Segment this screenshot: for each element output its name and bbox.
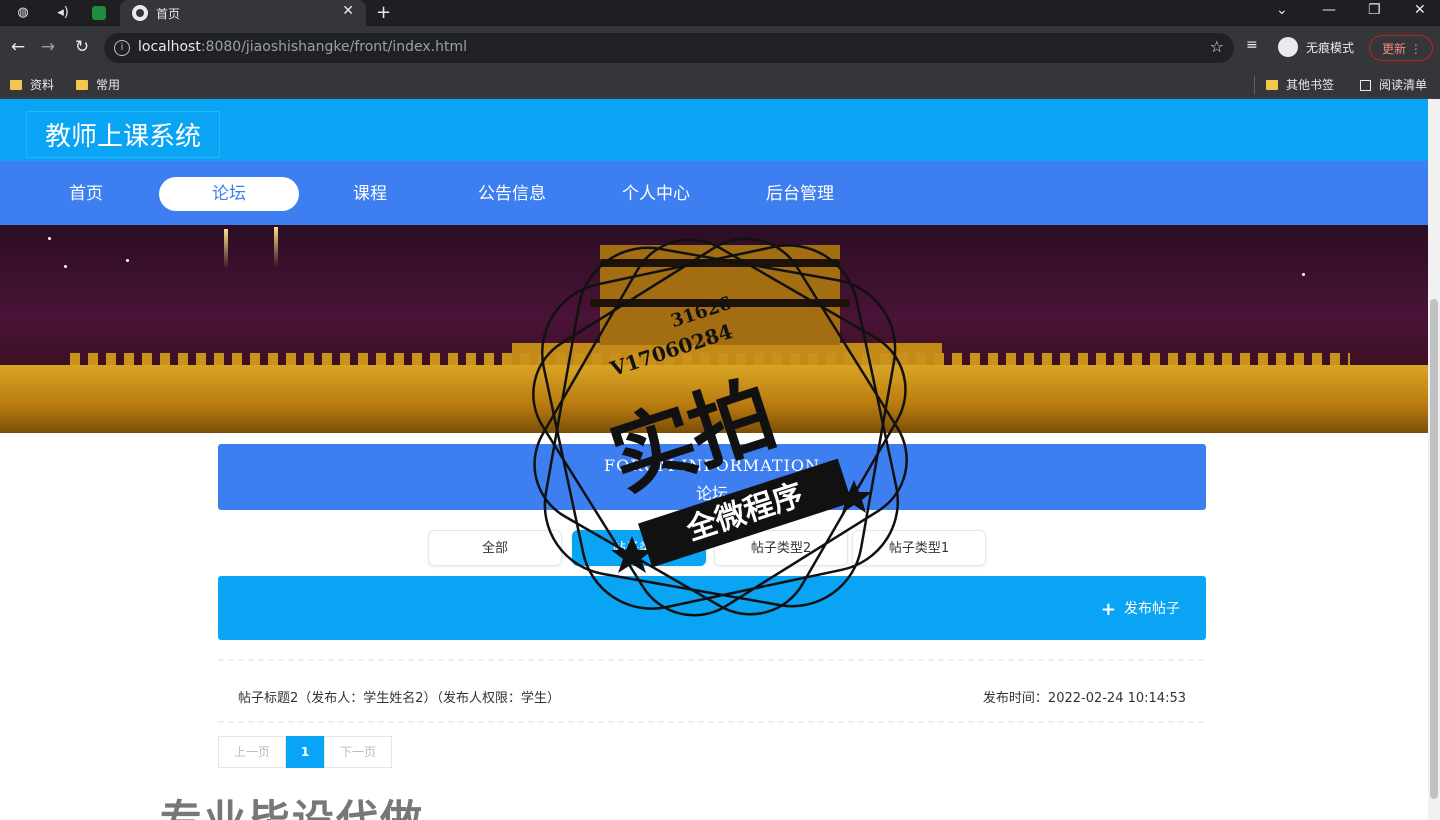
browser-tab-bar: ◍ ◂) 首页 ✕ + ⌄ — ❐ ✕	[0, 0, 1440, 26]
nav-item-admin[interactable]: 后台管理	[750, 177, 850, 211]
tab-close-icon[interactable]: ✕	[342, 3, 354, 19]
bookmark-folder[interactable]: 常用	[76, 76, 120, 93]
plus-icon: +	[1100, 599, 1116, 620]
type-tab-type2[interactable]: 帖子类型2	[714, 530, 848, 566]
restore-icon[interactable]: ❐	[1368, 2, 1381, 18]
type-tab-type[interactable]: 帖子类型	[572, 530, 706, 566]
nav-item-home[interactable]: 首页	[46, 177, 126, 211]
current-page[interactable]: 1	[286, 736, 324, 768]
nav-item-course[interactable]: 课程	[330, 177, 410, 211]
forum-heading-en: FORUM INFORMATION	[604, 456, 820, 475]
browser-toolbar: ← → ↻ i localhost:8080/jiaoshishangke/fr…	[0, 26, 1440, 70]
back-icon[interactable]: ←	[8, 37, 28, 57]
nav-item-notice[interactable]: 公告信息	[462, 177, 562, 211]
incognito-label[interactable]: 无痕模式	[1306, 39, 1354, 56]
site-title: 教师上课系统	[26, 111, 221, 158]
page-scrollbar[interactable]	[1428, 99, 1440, 820]
bookmark-star-icon[interactable]: ☆	[1210, 37, 1224, 56]
nav-item-forum[interactable]: 论坛	[159, 177, 299, 211]
reading-list-icon	[1360, 80, 1371, 91]
post-title[interactable]: 帖子标题2（发布人：学生姓名2）（发布人权限：学生）	[238, 687, 560, 706]
bookmark-separator	[1254, 76, 1255, 94]
active-tab[interactable]: 首页 ✕	[120, 0, 366, 26]
tower-roof	[600, 259, 840, 267]
forum-heading: FORUM INFORMATION 论坛	[218, 444, 1206, 510]
tower-roof	[590, 299, 850, 307]
address-bar[interactable]: i localhost:8080/jiaoshishangke/front/in…	[104, 33, 1234, 63]
star-dot	[126, 259, 129, 262]
nav-item-profile[interactable]: 个人中心	[606, 177, 706, 211]
forward-icon[interactable]: →	[38, 37, 58, 57]
update-button[interactable]: 更新 ⋮	[1369, 35, 1433, 61]
window-close-icon[interactable]: ✕	[1414, 2, 1426, 18]
banner-image	[0, 225, 1428, 433]
incognito-icon[interactable]	[1278, 37, 1298, 57]
globe-icon[interactable]: ◍	[14, 4, 32, 22]
sheets-icon[interactable]	[92, 6, 106, 20]
post-toolbar: + 发布帖子	[218, 576, 1206, 640]
firework	[224, 229, 228, 269]
star-dot	[48, 237, 51, 240]
city-wall	[0, 365, 1428, 433]
publish-post-button[interactable]: + 发布帖子	[1101, 598, 1180, 620]
next-page-button[interactable]: 下一页	[324, 736, 392, 768]
star-dot	[1302, 273, 1305, 276]
divider	[218, 721, 1206, 723]
folder-icon	[76, 80, 88, 90]
tab-title: 首页	[156, 7, 181, 21]
tab-favicon-icon	[132, 5, 148, 21]
audio-icon[interactable]: ◂)	[54, 4, 72, 22]
prev-page-button[interactable]: 上一页	[218, 736, 286, 768]
bookmarks-bar: 资料 常用 其他书签 阅读清单	[0, 70, 1440, 99]
reading-list[interactable]: 阅读清单	[1360, 76, 1427, 93]
folder-icon	[10, 80, 22, 90]
site-header: 教师上课系统	[0, 99, 1428, 161]
scrollbar-thumb[interactable]	[1430, 299, 1438, 799]
post-row[interactable]: 帖子标题2（发布人：学生姓名2）（发布人权限：学生） 发布时间：2022-02-…	[218, 677, 1206, 713]
bookmark-folder[interactable]: 资料	[10, 76, 54, 93]
post-time: 发布时间：2022-02-24 10:14:53	[982, 691, 1186, 706]
main-nav: 首页 论坛 课程 公告信息 个人中心 后台管理	[0, 161, 1428, 225]
watermark-bottom-text: 专业毕设代做	[160, 787, 424, 820]
media-control-icon[interactable]: ≡	[1246, 37, 1258, 53]
forum-heading-cn: 论坛	[695, 484, 728, 503]
star-dot	[64, 265, 67, 268]
divider	[218, 659, 1206, 661]
url-text: localhost:8080/jiaoshishangke/front/inde…	[138, 39, 467, 55]
folder-icon	[1266, 80, 1278, 90]
reload-icon[interactable]: ↻	[72, 37, 92, 57]
page-content: 教师上课系统 首页 论坛 课程 公告信息 个人中心 后台管理 FORUM INF…	[0, 99, 1428, 820]
tab-search-icon[interactable]: ⌄	[1276, 2, 1288, 18]
new-tab-icon[interactable]: +	[376, 2, 391, 23]
minimize-icon[interactable]: —	[1322, 2, 1336, 18]
type-tab-all[interactable]: 全部	[428, 530, 562, 566]
site-info-icon[interactable]: i	[114, 40, 130, 56]
firework	[274, 227, 278, 267]
other-bookmarks[interactable]: 其他书签	[1266, 76, 1334, 93]
type-tab-type1[interactable]: 帖子类型1	[852, 530, 986, 566]
